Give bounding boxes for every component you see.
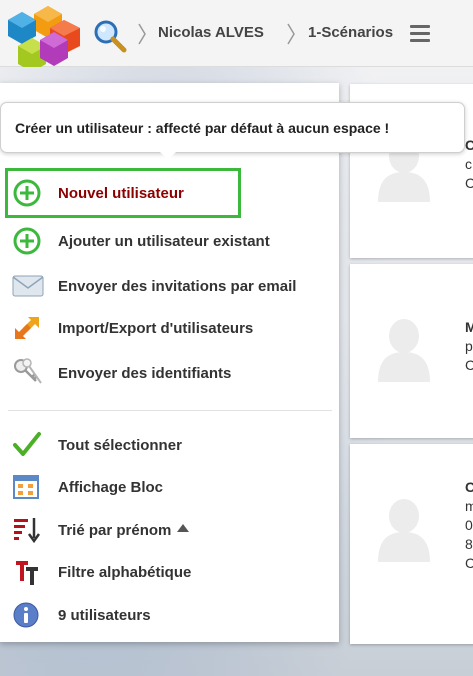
alphabetical-filter-label: Filtre alphabétique <box>58 563 192 581</box>
top-header: Nicolas ALVES 1-Scénarios <box>0 0 473 72</box>
import-export-menu-item[interactable]: Import/Export d'utilisateurs <box>12 313 253 343</box>
grid-view-icon <box>12 472 46 502</box>
breadcrumb-separator-icon <box>287 23 295 45</box>
import-export-arrows-icon <box>12 313 46 343</box>
card-detail: c <box>465 156 472 172</box>
import-export-label: Import/Export d'utilisateurs <box>58 319 254 337</box>
user-count-item: 9 utilisateurs <box>12 600 151 630</box>
add-existing-user-menu-item[interactable]: Ajouter un utilisateur existant <box>12 226 270 256</box>
user-card[interactable]: M p C <box>350 264 473 438</box>
envelope-icon <box>12 271 46 301</box>
tooltip-text: Créer un utilisateur : affecté par défau… <box>15 119 390 136</box>
send-invitations-menu-item[interactable]: Envoyer des invitations par email <box>12 271 296 301</box>
user-count-label: 9 utilisateurs <box>58 606 151 624</box>
card-name: C <box>465 479 473 495</box>
card-detail: 8 <box>465 536 473 552</box>
breadcrumb-separator-icon <box>138 23 146 45</box>
sort-ascending-caret-icon <box>177 524 190 532</box>
add-existing-user-label: Ajouter un utilisateur existant <box>58 232 270 250</box>
card-detail: C <box>465 357 473 373</box>
search-icon[interactable] <box>93 19 127 53</box>
card-name: C <box>465 137 473 153</box>
card-detail: C <box>465 555 473 571</box>
avatar-placeholder-icon <box>378 319 430 382</box>
menu-divider <box>8 410 332 411</box>
sort-by-firstname-menu-item[interactable]: Trié par prénom <box>12 515 190 545</box>
keys-icon <box>12 358 46 388</box>
checkmark-icon <box>12 430 46 460</box>
tooltip-pointer <box>160 152 176 160</box>
sort-icon <box>12 515 46 545</box>
card-detail: C <box>465 175 473 191</box>
select-all-label: Tout sélectionner <box>58 436 182 454</box>
breadcrumb-space[interactable]: 1-Scénarios <box>308 24 393 41</box>
send-credentials-menu-item[interactable]: Envoyer des identifiants <box>12 358 231 388</box>
card-detail: p <box>465 338 473 354</box>
sort-by-label: Trié par prénom <box>58 521 172 539</box>
new-user-menu-item[interactable]: Nouvel utilisateur <box>12 178 184 208</box>
avatar-placeholder-icon <box>378 499 430 562</box>
send-invitations-label: Envoyer des invitations par email <box>58 277 297 295</box>
card-detail: m <box>465 498 473 514</box>
add-circle-icon <box>12 226 46 256</box>
send-credentials-label: Envoyer des identifiants <box>58 364 232 382</box>
add-circle-icon <box>12 178 46 208</box>
new-user-label: Nouvel utilisateur <box>58 184 184 202</box>
info-icon <box>12 600 46 630</box>
user-card[interactable]: C m 0 8 C <box>350 444 473 644</box>
card-detail: 0 <box>465 517 473 533</box>
display-block-label: Affichage Bloc <box>58 478 164 496</box>
alphabetical-filter-menu-item[interactable]: Filtre alphabétique <box>12 557 191 587</box>
select-all-menu-item[interactable]: Tout sélectionner <box>12 430 182 460</box>
alphabet-filter-icon <box>12 557 46 587</box>
breadcrumb-user[interactable]: Nicolas ALVES <box>158 24 264 41</box>
new-user-tooltip: Créer un utilisateur : affecté par défau… <box>0 102 465 153</box>
card-name: M <box>465 319 473 335</box>
hamburger-menu-icon[interactable] <box>410 25 430 43</box>
display-block-menu-item[interactable]: Affichage Bloc <box>12 472 163 502</box>
